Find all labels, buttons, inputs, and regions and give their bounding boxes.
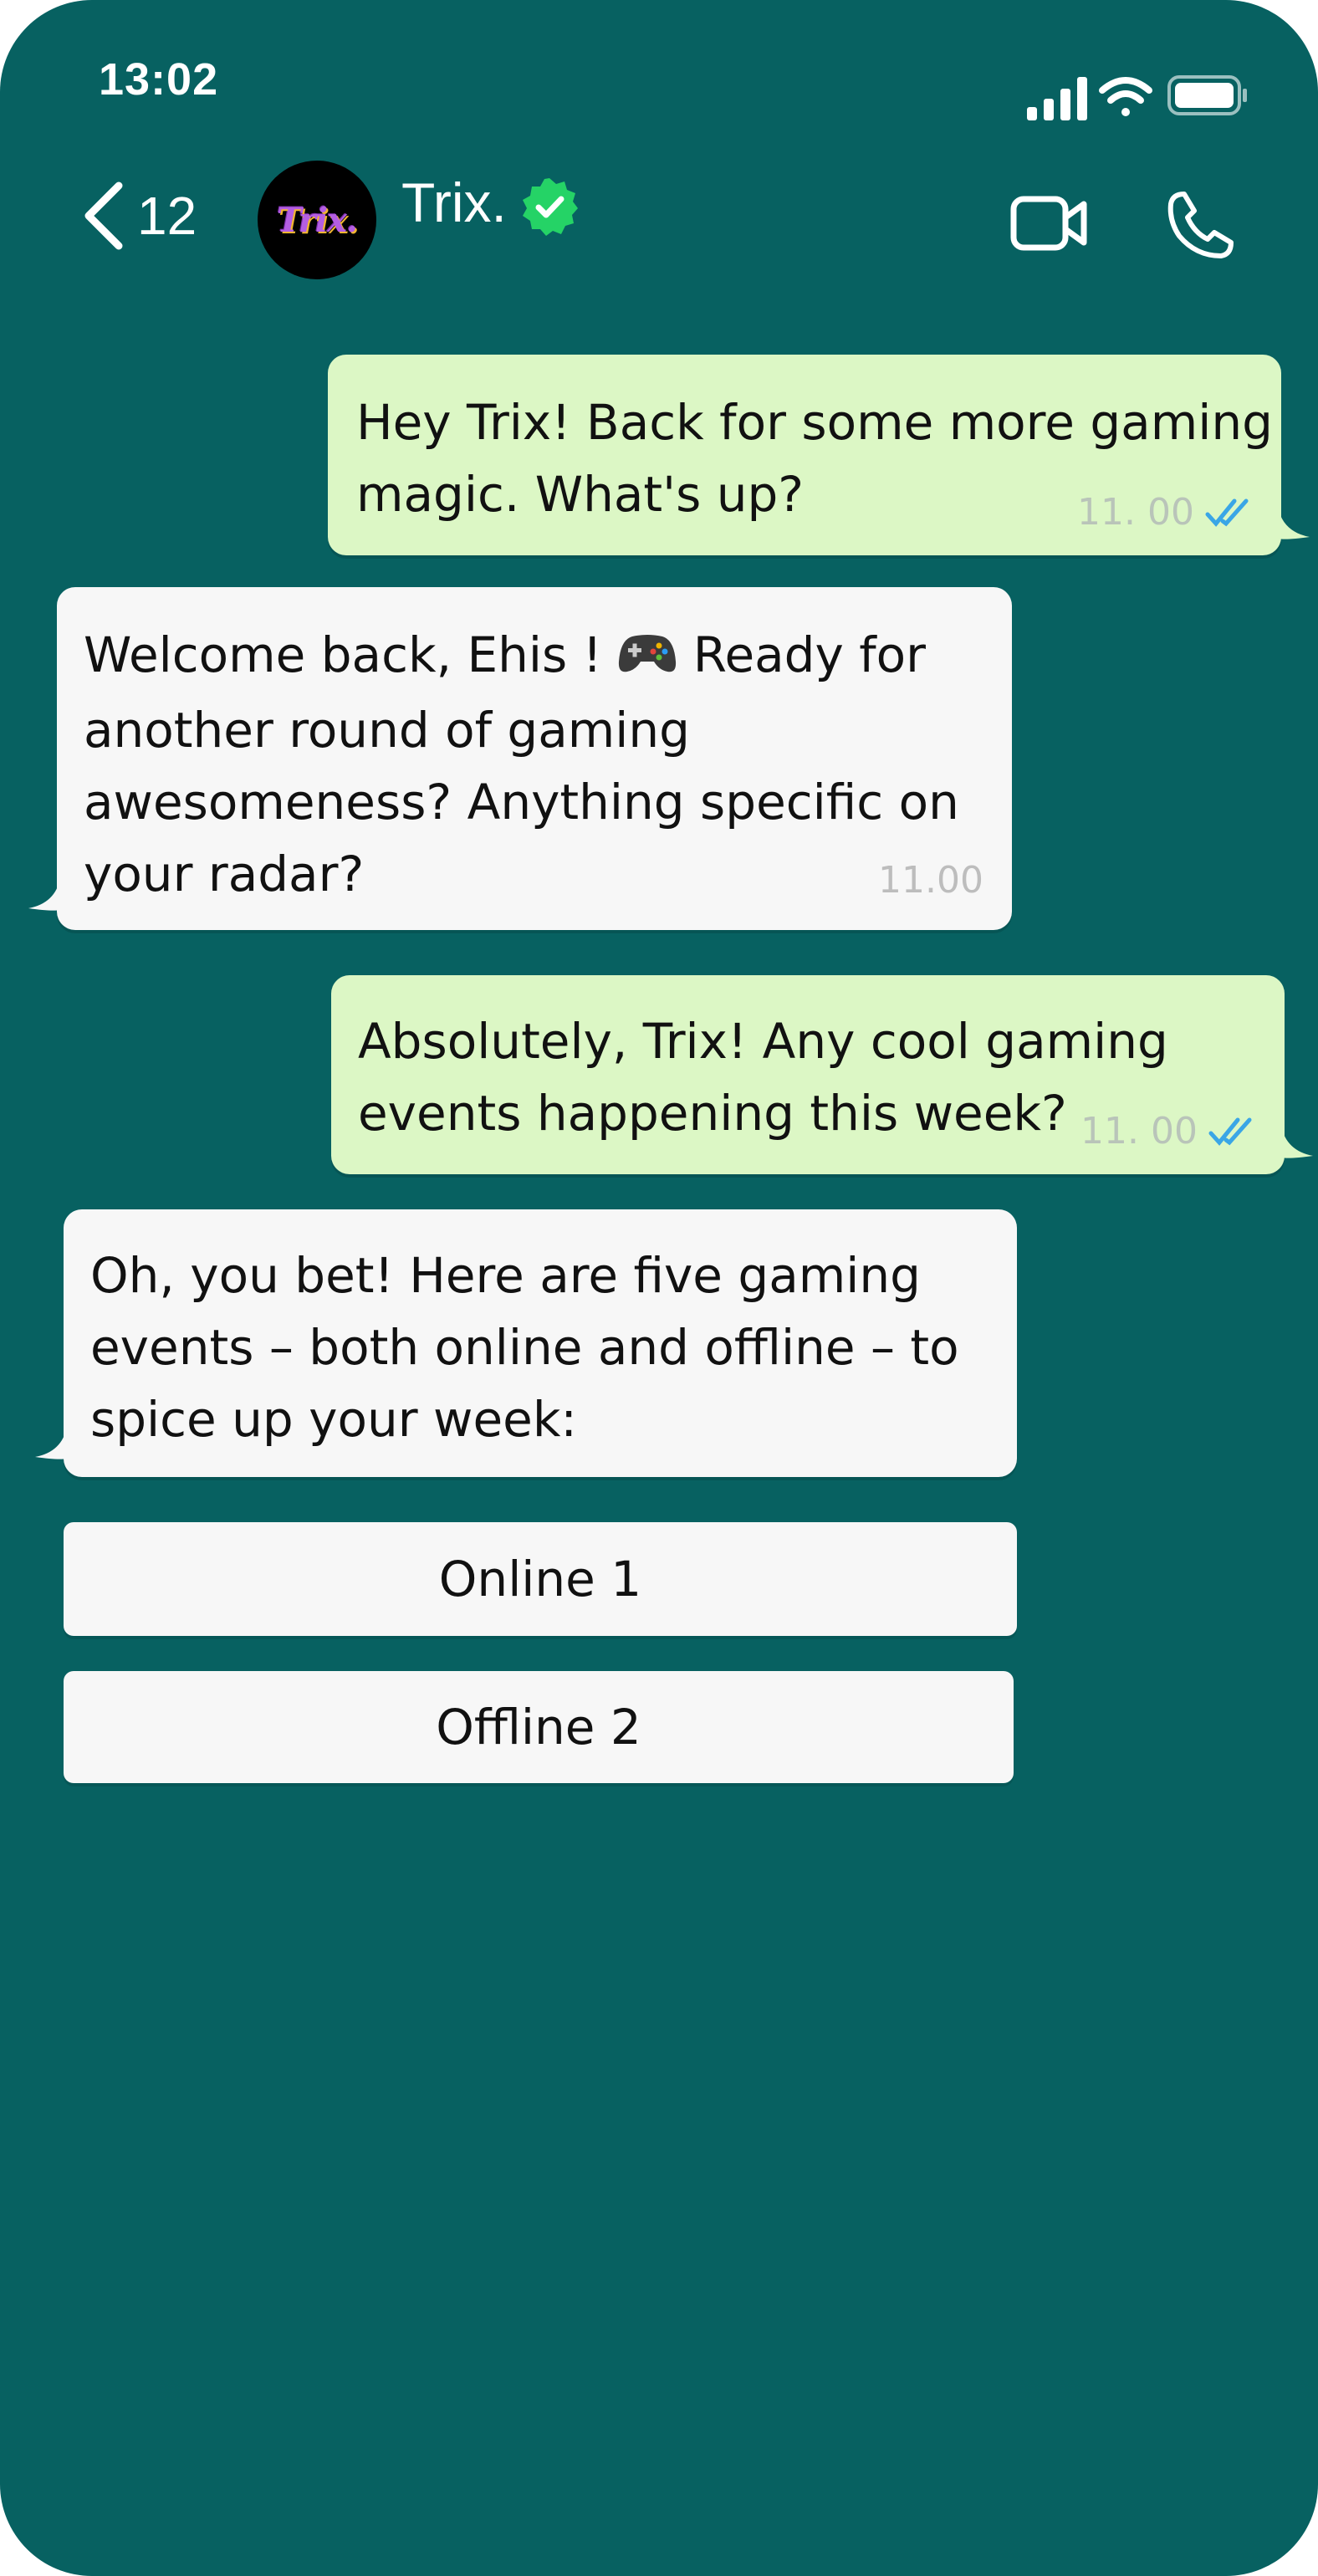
contact-name[interactable]: Trix. <box>401 171 507 234</box>
message-line: your radar? <box>84 845 365 902</box>
bubble-tail <box>1281 1126 1313 1158</box>
status-icons <box>1022 74 1248 125</box>
wifi-icon <box>1099 77 1152 116</box>
message-bubble-outgoing[interactable]: Absolutely, Trix! Any cool gaming events… <box>331 975 1285 1174</box>
message-line: spice up your week: <box>90 1391 577 1448</box>
message-bubble-incoming[interactable]: Welcome back, Ehis ! Ready for another r… <box>57 587 1012 930</box>
message-time: 11.00 <box>878 859 983 902</box>
status-time: 13:02 <box>99 54 219 105</box>
double-check-icon <box>1205 498 1249 527</box>
bubble-tail <box>1278 507 1310 539</box>
voice-call-button[interactable] <box>1166 189 1236 263</box>
message-meta: 11. 00 <box>1080 1110 1259 1153</box>
message-time: 11. 00 <box>1077 491 1194 534</box>
quick-reply-online-1[interactable]: Online 1 <box>64 1522 1017 1636</box>
message-line: Welcome back, Ehis ! Ready for <box>84 619 959 694</box>
message-line: Hey Trix! Back for some more gaming <box>356 394 1273 451</box>
contact-avatar[interactable]: Trix. <box>258 161 376 279</box>
video-call-button[interactable] <box>1010 194 1089 257</box>
battery-icon <box>1167 75 1247 115</box>
signal-icon <box>1027 77 1087 120</box>
chat-screen: 13:02 12 Trix. Trix. Hey Trix! Back for … <box>0 0 1318 2576</box>
avatar-logo: Trix. <box>277 200 358 240</box>
message-line: Oh, you bet! Here are five gaming <box>90 1247 921 1304</box>
message-text: Absolutely, Trix! Any cool gaming events… <box>358 1005 1168 1149</box>
video-call-icon <box>1010 196 1087 251</box>
message-time: 11. 00 <box>1080 1110 1198 1153</box>
chevron-left-icon <box>84 181 123 250</box>
message-bubble-incoming[interactable]: Oh, you bet! Here are five gaming events… <box>64 1209 1017 1477</box>
verified-badge-icon <box>519 176 580 242</box>
unread-count: 12 <box>137 186 197 246</box>
bubble-tail <box>35 1427 67 1459</box>
message-line: Absolutely, Trix! Any cool gaming <box>358 1013 1168 1070</box>
quick-reply-offline-2[interactable]: Offline 2 <box>64 1671 1014 1783</box>
message-meta: 11.00 <box>878 859 983 902</box>
bubble-tail <box>28 878 60 911</box>
message-text: Oh, you bet! Here are five gaming events… <box>90 1239 959 1455</box>
phone-call-icon <box>1167 192 1234 258</box>
game-controller-icon <box>617 622 677 694</box>
message-text: Welcome back, Ehis ! Ready for another r… <box>84 619 959 910</box>
double-check-icon <box>1208 1117 1252 1146</box>
message-line: another round of gaming <box>84 701 690 759</box>
back-button[interactable]: 12 <box>82 177 197 254</box>
message-line: awesomeness? Anything specific on <box>84 773 959 831</box>
message-meta: 11. 00 <box>1077 491 1256 534</box>
message-line: events – both online and offline – to <box>90 1319 959 1376</box>
message-bubble-outgoing[interactable]: Hey Trix! Back for some more gaming magi… <box>328 355 1281 555</box>
message-line: events happening this week? <box>358 1085 1067 1142</box>
